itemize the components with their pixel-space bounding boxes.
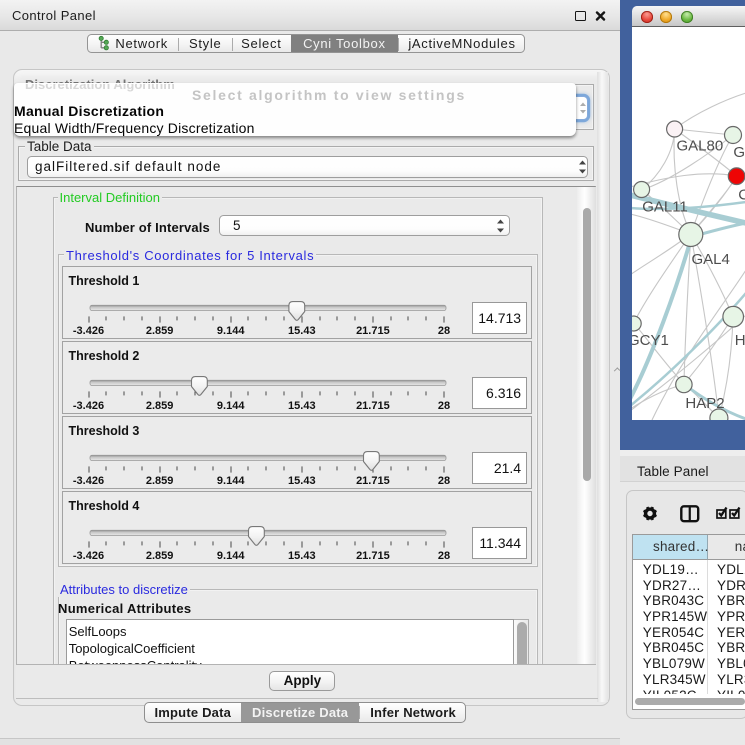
svg-text:HA: HA [735,332,745,349]
svg-text:C: C [739,187,745,204]
svg-text:GAL11: GAL11 [643,198,689,215]
svg-text:HAP2: HAP2 [686,395,725,412]
svg-text:GCY1: GCY1 [632,332,669,349]
svg-text:GAL80: GAL80 [677,138,724,155]
svg-text:GAL4: GAL4 [692,251,730,268]
svg-text:GA: GA [734,144,745,161]
